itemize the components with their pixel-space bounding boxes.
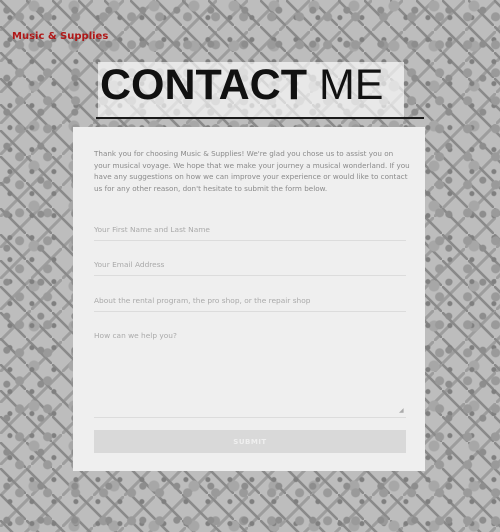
message-textarea[interactable] bbox=[94, 326, 406, 418]
page-title-bold: CONTACT bbox=[100, 61, 308, 109]
brand-link[interactable]: Music & Supplies bbox=[12, 31, 108, 42]
intro-text: Thank you for choosing Music & Supplies!… bbox=[94, 149, 410, 193]
page-title-light: ME bbox=[318, 61, 384, 109]
title-divider bbox=[96, 117, 424, 119]
email-input[interactable] bbox=[94, 254, 406, 276]
submit-button[interactable]: SUBMIT bbox=[94, 430, 406, 453]
topic-input[interactable] bbox=[94, 290, 406, 312]
page-title: CONTACT ME bbox=[100, 62, 383, 108]
name-input[interactable] bbox=[94, 219, 406, 241]
resize-handle-icon[interactable]: ◢ bbox=[399, 408, 405, 414]
